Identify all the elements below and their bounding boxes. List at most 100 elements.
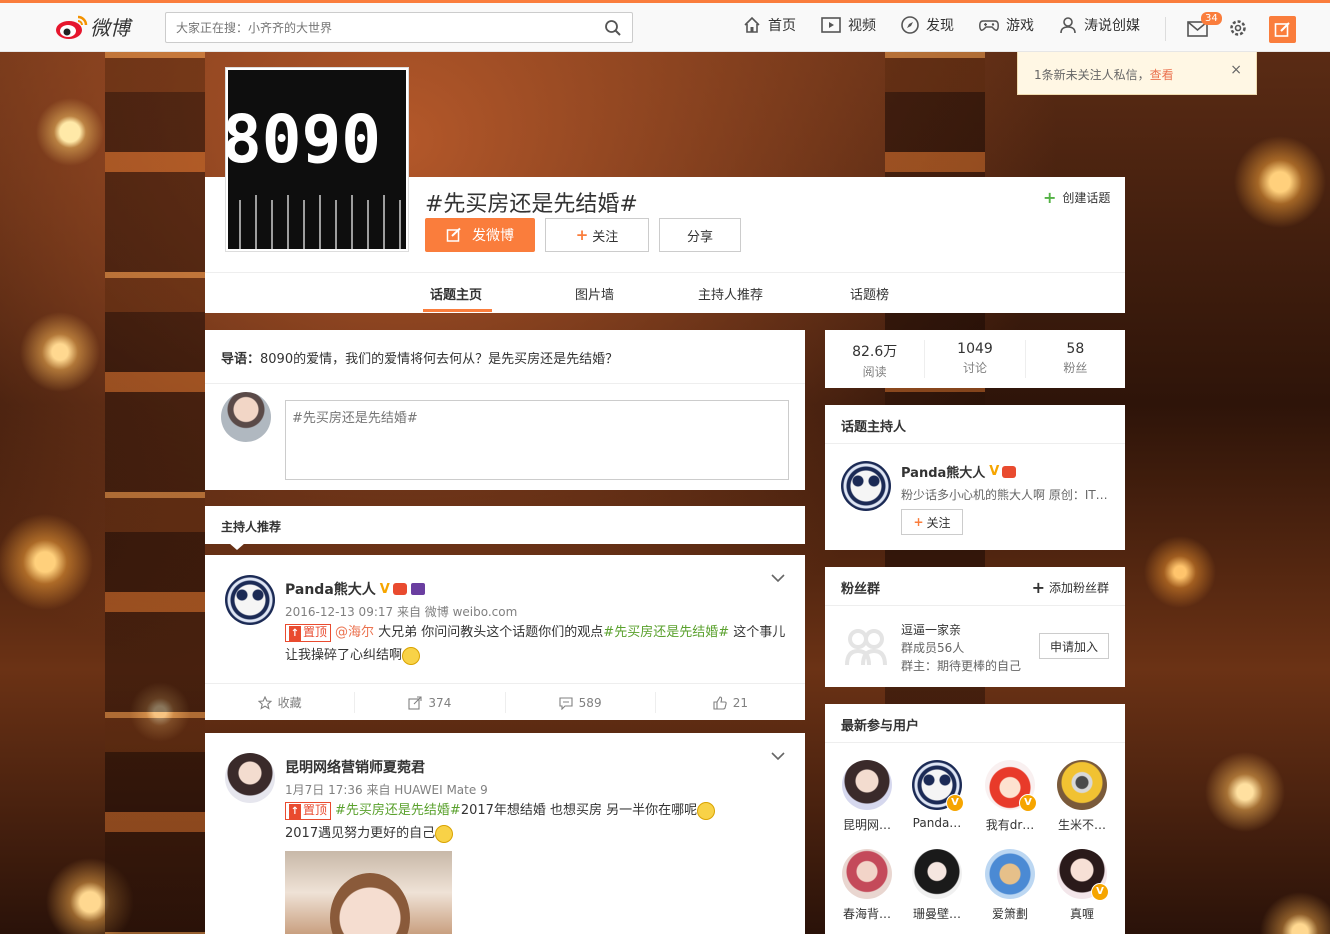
user-name: 春海背… bbox=[842, 907, 891, 921]
host-avatar[interactable] bbox=[841, 461, 891, 511]
group-avatar[interactable] bbox=[841, 621, 891, 671]
forward-button[interactable]: 374 bbox=[355, 692, 506, 713]
close-icon[interactable]: × bbox=[1230, 62, 1242, 78]
stat-fans: 58 粉丝 bbox=[1026, 340, 1125, 378]
confused-emoji-icon bbox=[402, 646, 421, 665]
post-weibo-button[interactable]: 发微博 bbox=[425, 218, 535, 252]
recommend-header-label: 主持人推荐 bbox=[221, 520, 282, 534]
participant-user[interactable]: 昆明网… bbox=[837, 760, 897, 833]
verified-icon: V bbox=[1091, 883, 1109, 901]
compass-icon bbox=[901, 16, 919, 34]
share-button[interactable]: 分享 bbox=[659, 218, 741, 252]
like-count: 21 bbox=[732, 695, 749, 710]
plus-icon: + bbox=[1043, 188, 1057, 207]
stat-label: 讨论 bbox=[962, 361, 987, 375]
post-weibo-label: 发微博 bbox=[472, 228, 514, 244]
host-description: 粉少话多小心机的熊大人啊 原创：IT… bbox=[901, 488, 1108, 502]
tab-topic-home[interactable]: 话题主页 bbox=[430, 284, 482, 303]
author-name-text: 昆明网络营销师夏菀君 bbox=[285, 760, 425, 776]
add-fans-group-link[interactable]: + 添加粉丝群 bbox=[1032, 578, 1109, 597]
nav-label: 游戏 bbox=[1006, 18, 1034, 34]
participant-user[interactable]: V 我有dr… bbox=[980, 760, 1040, 833]
author-avatar[interactable] bbox=[225, 575, 275, 625]
nav-discover[interactable]: 发现 bbox=[900, 15, 954, 35]
tab-photo-wall[interactable]: 图片墙 bbox=[575, 284, 614, 303]
host-name[interactable]: Panda熊大人 V bbox=[901, 462, 1017, 481]
post-text: ↑ 置顶 @海尔 大兄弟 你问问教头这个话题你们的观点#先买房还是先结婚# 这个事儿… bbox=[285, 621, 790, 667]
tab-arrow bbox=[229, 543, 245, 550]
user-name: 我有dr… bbox=[985, 818, 1035, 832]
participant-user[interactable]: V Panda… bbox=[907, 760, 967, 830]
plus-icon: + bbox=[913, 515, 924, 529]
chevron-down-icon[interactable] bbox=[771, 573, 785, 583]
create-topic-link[interactable]: + 创建话题 bbox=[1043, 188, 1110, 207]
chevron-down-icon[interactable] bbox=[771, 751, 785, 761]
follow-host-button[interactable]: + 关注 bbox=[901, 509, 963, 535]
pin-icon: ↑ bbox=[289, 626, 301, 641]
author-name[interactable]: Panda熊大人 V bbox=[285, 579, 425, 599]
compose-textarea[interactable] bbox=[285, 400, 789, 480]
nav-label: 视频 bbox=[848, 18, 876, 34]
follow-label: 关注 bbox=[592, 229, 619, 245]
weibo-logo[interactable]: 微博 bbox=[54, 12, 130, 41]
gamepad-icon bbox=[979, 20, 999, 32]
nav-profile[interactable]: 涛说创媒 bbox=[1058, 15, 1140, 35]
topic-tabs bbox=[205, 272, 1125, 313]
author-name[interactable]: 昆明网络营销师夏菀君 bbox=[285, 757, 425, 777]
follow-topic-button[interactable]: + 关注 bbox=[545, 218, 649, 252]
nav-divider bbox=[1165, 17, 1166, 41]
topic-link[interactable]: #先买房还是先结婚# bbox=[603, 625, 729, 640]
group-name[interactable]: 逗逼一家亲 bbox=[901, 621, 961, 638]
stat-label: 阅读 bbox=[862, 365, 887, 379]
participant-user[interactable]: 生米不… bbox=[1052, 760, 1112, 833]
tab-host-recommend[interactable]: 主持人推荐 bbox=[698, 284, 763, 303]
user-name: 生米不… bbox=[1057, 818, 1106, 832]
post-photo[interactable] bbox=[285, 851, 452, 934]
search-icon[interactable] bbox=[604, 19, 622, 37]
post-text-part: 2017年想结婚 也想买房 另一半你在哪呢 bbox=[460, 803, 698, 818]
gear-icon[interactable] bbox=[1228, 18, 1248, 38]
compose-button[interactable] bbox=[1269, 16, 1296, 43]
tab-topic-ranking[interactable]: 话题榜 bbox=[850, 284, 889, 303]
stat-number: 58 bbox=[1066, 341, 1085, 357]
smile-emoji-icon bbox=[697, 801, 716, 820]
nav-home[interactable]: 首页 bbox=[742, 15, 796, 35]
user-name: 真喱 bbox=[1069, 907, 1094, 921]
top-nav: 微博 首页 视频 发现 游戏 涛说创媒 34 bbox=[0, 0, 1330, 52]
author-avatar[interactable] bbox=[225, 753, 275, 803]
join-group-button[interactable]: 申请加入 bbox=[1039, 633, 1109, 659]
divider bbox=[825, 443, 1125, 444]
notice-view-link[interactable]: 查看 bbox=[1150, 68, 1174, 82]
edit-icon bbox=[1274, 22, 1290, 37]
participant-user[interactable]: 珊曼壁… bbox=[907, 849, 967, 922]
follow-label: 关注 bbox=[926, 515, 951, 530]
participant-user[interactable]: V 真喱 bbox=[1052, 849, 1112, 922]
participant-user[interactable]: 春海背… bbox=[837, 849, 897, 922]
intro-card: 导语：8090的爱情，我们的爱情将何去何从？是先买房还是先结婚？ bbox=[205, 330, 805, 490]
post-text: ↑ 置顶 #先买房还是先结婚#2017年想结婚 也想买房 另一半你在哪呢 2017遇… bbox=[285, 799, 790, 845]
user-avatar: V bbox=[1057, 849, 1109, 901]
participant-user[interactable]: 爱箫劃 bbox=[980, 849, 1040, 922]
post-text-part: 大兄弟 你问问教头这个话题你们的观点 bbox=[374, 625, 604, 640]
latest-users-card: 最新参与用户 昆明网… V Panda… V 我有dr… 生米不… 春海背… 珊… bbox=[825, 704, 1125, 934]
stat-discussions: 1049 讨论 bbox=[925, 340, 1026, 378]
my-avatar[interactable] bbox=[221, 392, 271, 442]
nav-game[interactable]: 游戏 bbox=[978, 15, 1034, 35]
intro-label: 导语： bbox=[221, 352, 261, 367]
weibo-eye-icon bbox=[56, 15, 88, 39]
intro-text: 导语：8090的爱情，我们的爱情将何去何从？是先买房还是先结婚？ bbox=[221, 348, 618, 367]
card-title: 最新参与用户 bbox=[841, 719, 920, 734]
user-name: 爱箫劃 bbox=[991, 907, 1028, 921]
post-meta: 2016-12-13 09:17 来自 微博 weibo.com bbox=[285, 605, 518, 619]
pinned-badge: ↑ 置顶 bbox=[285, 802, 332, 820]
favorite-button[interactable]: 收藏 bbox=[205, 692, 356, 713]
nav-video[interactable]: 视频 bbox=[820, 15, 876, 35]
topic-cover: 8090 bbox=[225, 67, 409, 252]
host-name-text: Panda熊大人 bbox=[901, 466, 986, 481]
search-input[interactable] bbox=[166, 13, 606, 42]
topic-link[interactable]: #先买房还是先结婚# bbox=[335, 803, 461, 818]
like-button[interactable]: 21 bbox=[656, 692, 805, 713]
topic-host-card: 话题主持人 Panda熊大人 V 粉少话多小心机的熊大人啊 原创：IT… + 关… bbox=[825, 405, 1125, 550]
mention-link[interactable]: @海尔 bbox=[335, 625, 374, 640]
comment-button[interactable]: 589 bbox=[506, 692, 656, 713]
